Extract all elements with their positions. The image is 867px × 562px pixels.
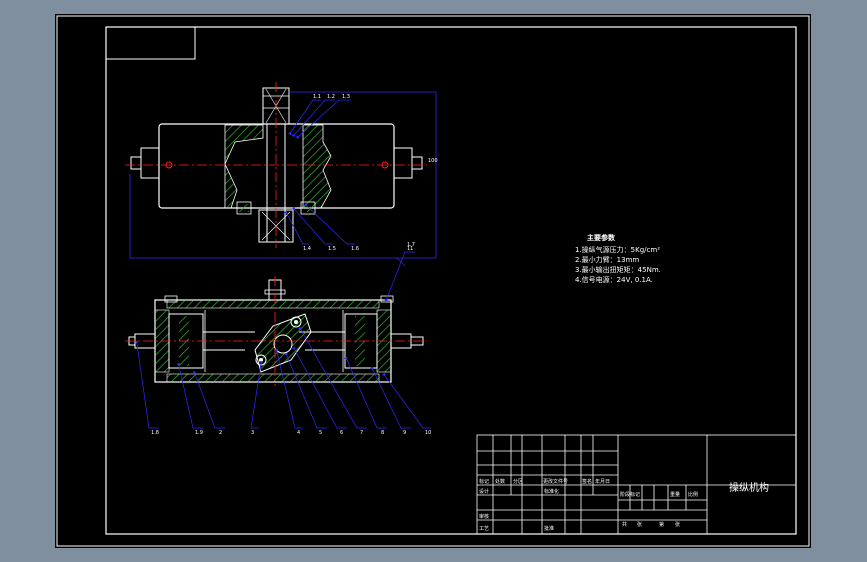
tb-no: 第 (659, 521, 664, 528)
label-7: 7 (360, 430, 363, 436)
tb-craft: 工艺 (479, 526, 489, 532)
tb-sheet: 张 (637, 521, 642, 528)
drawing-title: 操纵机构 (729, 481, 769, 494)
tb-total: 共 (622, 521, 627, 528)
tb-header-doc: 更改文件号 (543, 478, 568, 485)
label-1-4: 1.4 (303, 246, 311, 252)
label-1-2: 1.2 (327, 94, 335, 100)
technical-notes: 主要参数 1.操纵气源压力：5Kg/cm² 2.最小力臂：13mm 3.最小输出… (575, 233, 661, 284)
tb-design: 设计 (479, 488, 489, 495)
label-1-8: 1.8 (151, 430, 159, 436)
inner-border (105, 26, 797, 535)
tb-sheet-2: 张 (675, 521, 680, 528)
label-5: 5 (319, 430, 322, 436)
top-view: 100 1.1 1.2 1.3 1.4 1.5 1.6 1.7 (125, 82, 438, 267)
note-item: 1.操纵气源压力：5Kg/cm² (575, 245, 660, 254)
label-2: 2 (219, 430, 222, 436)
cad-viewport: 100 1.1 1.2 1.3 1.4 1.5 1.6 1.7 1.8 1.9 … (0, 0, 867, 562)
note-item: 2.最小力臂：13mm (575, 255, 639, 264)
notes-title: 主要参数 (587, 233, 616, 242)
tb-review: 审核 (479, 513, 489, 520)
label-10: 10 (425, 430, 431, 436)
tb-header-zone: 分区 (513, 478, 523, 485)
drawing-sheet: 100 1.1 1.2 1.3 1.4 1.5 1.6 1.7 1.8 1.9 … (55, 14, 811, 548)
tb-scale: 比例 (688, 491, 698, 498)
tb-stage: 阶段标记 (620, 491, 640, 498)
top-dimension-text: 100 (428, 158, 438, 164)
label-1-6: 1.6 (351, 246, 359, 252)
tb-standard: 标准化 (544, 488, 559, 495)
note-item: 4.信号电源：24V, 0.1A. (575, 275, 653, 284)
note-item: 3.最小输出扭矩矩：45Nm. (575, 265, 661, 274)
label-4: 4 (297, 430, 300, 436)
code-box (105, 26, 196, 60)
label-1-1: 1.1 (313, 94, 321, 100)
right-hatch (302, 124, 332, 209)
tb-header-sign: 签名 (582, 478, 592, 485)
tb-header-date: 年月日 (595, 478, 610, 485)
tb-header-mark: 标记 (479, 478, 489, 485)
label-8: 8 (381, 430, 384, 436)
tb-header-count: 处数 (495, 478, 505, 485)
drawing-canvas: 100 1.1 1.2 1.3 1.4 1.5 1.6 1.7 1.8 1.9 … (56, 15, 810, 547)
left-hatch (224, 124, 264, 209)
label-11: 11 (407, 246, 413, 252)
label-1-3: 1.3 (342, 94, 350, 100)
section-view: 1.8 1.9 2 3 4 5 6 7 8 9 10 11 (125, 246, 431, 436)
label-1-5: 1.5 (328, 246, 336, 252)
label-6: 6 (340, 430, 343, 436)
label-9: 9 (403, 430, 406, 436)
label-1-9: 1.9 (195, 430, 203, 436)
tb-approve: 批准 (544, 525, 554, 532)
cylinder-body (158, 123, 395, 209)
outer-border (56, 15, 810, 547)
tb-weight: 重量 (670, 491, 680, 498)
label-3: 3 (251, 430, 254, 436)
